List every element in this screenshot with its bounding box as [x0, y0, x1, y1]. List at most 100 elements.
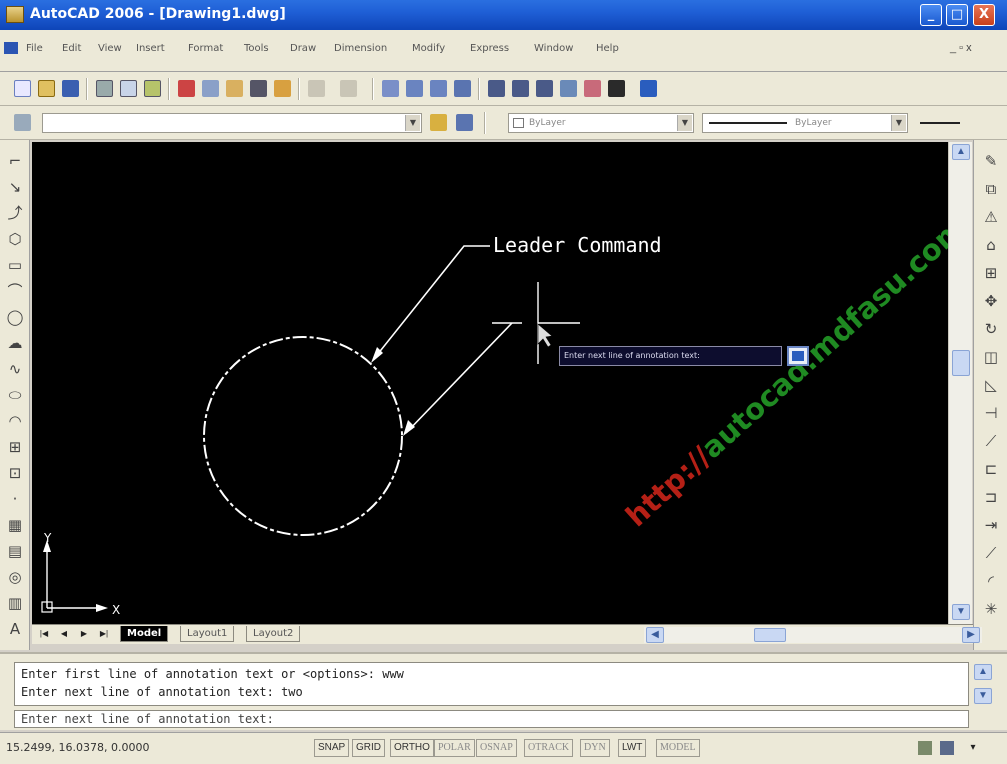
design-center-icon[interactable]: [512, 80, 529, 97]
otrack-toggle[interactable]: OTRACK: [524, 739, 574, 757]
construction-line-icon[interactable]: ↘: [5, 176, 25, 198]
arc-icon[interactable]: ⌒: [5, 280, 25, 302]
tray-settings-icon[interactable]: [940, 741, 954, 755]
break-at-point-icon[interactable]: ⊏: [981, 458, 1001, 480]
command-scroll-up-button[interactable]: ▲: [974, 664, 992, 680]
revision-cloud-icon[interactable]: ☁: [5, 332, 25, 354]
chevron-down-icon[interactable]: ▼: [677, 115, 692, 131]
menu-dimension[interactable]: Dimension: [334, 43, 387, 54]
chamfer-icon[interactable]: ⟋: [981, 542, 1001, 564]
horizontal-scroll-thumb[interactable]: [754, 628, 786, 642]
tab-model[interactable]: Model: [120, 626, 169, 642]
lwt-toggle[interactable]: LWT: [618, 739, 647, 757]
snap-toggle[interactable]: SNAP: [314, 739, 350, 757]
polar-toggle[interactable]: POLAR: [434, 739, 475, 757]
block-editor-icon[interactable]: [274, 80, 291, 97]
polygon-icon[interactable]: ⬡: [5, 228, 25, 250]
status-menu-chevron-icon[interactable]: ▾: [966, 741, 980, 755]
command-history[interactable]: Enter first line of annotation text or <…: [14, 662, 969, 706]
erase-icon[interactable]: ✎: [981, 150, 1001, 172]
cut-icon[interactable]: [178, 80, 195, 97]
first-tab-icon[interactable]: |◀: [38, 628, 50, 640]
ellipse-icon[interactable]: ⬭: [5, 384, 25, 406]
circle-icon[interactable]: ◯: [5, 306, 25, 328]
rotate-icon[interactable]: ↻: [981, 318, 1001, 340]
zoom-realtime-icon[interactable]: [406, 80, 423, 97]
minimize-button[interactable]: _: [920, 4, 942, 26]
open-icon[interactable]: [38, 80, 55, 97]
next-tab-icon[interactable]: ▶: [78, 628, 90, 640]
zoom-window-icon[interactable]: [430, 80, 447, 97]
spline-icon[interactable]: ∿: [5, 358, 25, 380]
insert-block-icon[interactable]: ⊞: [5, 436, 25, 458]
maximize-button[interactable]: □: [946, 4, 968, 26]
menu-file[interactable]: File: [26, 43, 43, 54]
layer-manager-icon[interactable]: [14, 114, 31, 131]
command-scroll-down-button[interactable]: ▼: [974, 688, 992, 704]
chevron-down-icon[interactable]: ▼: [891, 115, 906, 131]
menu-draw[interactable]: Draw: [290, 43, 316, 54]
make-block-icon[interactable]: ⊡: [5, 462, 25, 484]
dyn-toggle[interactable]: DYN: [580, 739, 610, 757]
document-window-controls[interactable]: _ ▫ x: [950, 42, 972, 54]
markup-icon[interactable]: [584, 80, 601, 97]
document-icon[interactable]: [4, 42, 18, 54]
scroll-up-button[interactable]: ▲: [952, 144, 970, 160]
menu-help[interactable]: Help: [596, 43, 619, 54]
join-icon[interactable]: ⇥: [981, 514, 1001, 536]
sheet-set-icon[interactable]: [560, 80, 577, 97]
copy-object-icon[interactable]: ⧉: [981, 178, 1001, 200]
fillet-icon[interactable]: ◜: [981, 570, 1001, 592]
communication-center-icon[interactable]: [918, 741, 932, 755]
copy-icon[interactable]: [202, 80, 219, 97]
extend-icon[interactable]: ⟋: [981, 430, 1001, 452]
array-icon[interactable]: ⊞: [981, 262, 1001, 284]
zoom-previous-icon[interactable]: [454, 80, 471, 97]
menu-insert[interactable]: Insert: [136, 43, 165, 54]
table-icon[interactable]: ▥: [5, 592, 25, 614]
model-toggle[interactable]: MODEL: [656, 739, 700, 757]
gradient-icon[interactable]: ▤: [5, 540, 25, 562]
undo-icon[interactable]: [308, 80, 325, 97]
calculator-icon[interactable]: [608, 80, 625, 97]
menu-express[interactable]: Express: [470, 43, 509, 54]
line-icon[interactable]: ⌐: [5, 150, 25, 172]
region-icon[interactable]: ◎: [5, 566, 25, 588]
last-tab-icon[interactable]: ▶|: [98, 628, 110, 640]
redo-icon[interactable]: [340, 80, 357, 97]
save-icon[interactable]: [62, 80, 79, 97]
rectangle-icon[interactable]: ▭: [5, 254, 25, 276]
vertical-scrollbar[interactable]: ▲ ▼: [948, 142, 972, 624]
grid-toggle[interactable]: GRID: [352, 739, 385, 757]
new-icon[interactable]: [14, 80, 31, 97]
mirror-icon[interactable]: ⚠: [981, 206, 1001, 228]
ortho-toggle[interactable]: ORTHO: [390, 739, 434, 757]
title-bar[interactable]: AutoCAD 2006 - [Drawing1.dwg] _ □ X: [0, 0, 1007, 30]
pan-realtime-icon[interactable]: [382, 80, 399, 97]
horizontal-scrollbar[interactable]: ◀ ▶: [644, 627, 982, 643]
autocad-app-icon[interactable]: [6, 6, 24, 23]
plot-preview-icon[interactable]: [120, 80, 137, 97]
close-button[interactable]: X: [973, 4, 995, 26]
chevron-down-icon[interactable]: ▼: [405, 115, 420, 131]
hatch-icon[interactable]: ▦: [5, 514, 25, 536]
tab-layout1[interactable]: Layout1: [180, 626, 235, 642]
scroll-down-button[interactable]: ▼: [952, 604, 970, 620]
make-object-layer-current-icon[interactable]: [430, 114, 447, 131]
menu-format[interactable]: Format: [188, 43, 223, 54]
dynamic-input-field[interactable]: [787, 346, 809, 366]
drawing-area[interactable]: Leader Command Y X http://autocad.mdfasu…: [32, 142, 948, 624]
publish-icon[interactable]: [144, 80, 161, 97]
trim-icon[interactable]: ⊣: [981, 402, 1001, 424]
tool-palettes-icon[interactable]: [536, 80, 553, 97]
scale-icon[interactable]: ◫: [981, 346, 1001, 368]
menu-tools[interactable]: Tools: [244, 43, 269, 54]
menu-edit[interactable]: Edit: [62, 43, 81, 54]
menu-window[interactable]: Window: [534, 43, 573, 54]
help-icon[interactable]: [640, 80, 657, 97]
polyline-icon[interactable]: ⤴: [5, 202, 25, 224]
point-icon[interactable]: ·: [5, 488, 25, 510]
menu-view[interactable]: View: [98, 43, 122, 54]
lineweight-preview[interactable]: [920, 122, 960, 124]
coordinate-display[interactable]: 15.2499, 16.0378, 0.0000: [6, 741, 149, 754]
